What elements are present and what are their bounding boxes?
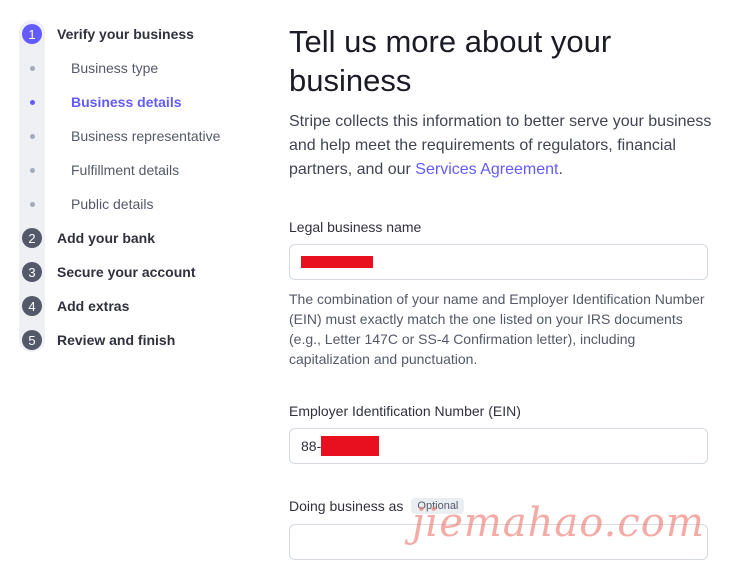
substep-dot-active: [29, 99, 35, 105]
step-number-5: 5: [22, 330, 42, 350]
step-number-3: 3: [22, 262, 42, 282]
redacted-value: [301, 256, 373, 268]
onboarding-stepper: 1 Verify your business Business type Bus…: [0, 0, 260, 568]
substep-business-representative[interactable]: Business representative: [22, 126, 220, 146]
step-number-4: 4: [22, 296, 42, 316]
legal-name-help-text: The combination of your name and Employe…: [289, 291, 705, 367]
legal-business-name-label: Legal business name: [289, 219, 422, 235]
step-number-1: 1: [22, 24, 42, 44]
step-label: Verify your business: [57, 26, 194, 42]
substep-label: Public details: [71, 196, 154, 212]
substep-fulfillment-details[interactable]: Fulfillment details: [22, 160, 179, 180]
substep-business-type[interactable]: Business type: [22, 58, 158, 78]
page-title: Tell us more about your business: [289, 24, 612, 98]
ein-prefix: 88-: [301, 438, 322, 454]
substep-dot: [29, 201, 35, 207]
services-agreement-link[interactable]: Services Agreement: [415, 161, 558, 178]
step-verify-business[interactable]: 1 Verify your business: [22, 23, 194, 45]
intro-end: .: [558, 161, 563, 178]
substep-dot: [29, 133, 35, 139]
step-secure-account[interactable]: 3 Secure your account: [22, 261, 196, 283]
substep-business-details[interactable]: Business details: [22, 92, 182, 112]
ein-label: Employer Identification Number (EIN): [289, 403, 521, 419]
step-label: Add your bank: [57, 230, 156, 246]
substep-label-active: Business details: [71, 94, 182, 110]
watermark: jiemahao.com: [412, 500, 705, 546]
intro-paragraph: Stripe collects this information to bett…: [289, 110, 714, 182]
substep-label: Business representative: [71, 128, 221, 144]
substep-dot: [29, 65, 35, 71]
substep-label: Business type: [71, 60, 159, 76]
step-label: Review and finish: [57, 332, 176, 348]
step-add-bank[interactable]: 2 Add your bank: [22, 227, 155, 249]
dba-label: Doing business as: [289, 498, 404, 514]
ein-input[interactable]: 88-: [289, 428, 708, 464]
step-add-extras[interactable]: 4 Add extras: [22, 295, 129, 317]
substep-public-details[interactable]: Public details: [22, 194, 154, 214]
step-label: Secure your account: [57, 264, 196, 280]
step-label: Add extras: [57, 298, 130, 314]
redacted-value: [321, 436, 380, 456]
legal-business-name-input[interactable]: [289, 244, 708, 280]
substep-label: Fulfillment details: [71, 162, 180, 178]
step-number-2: 2: [22, 228, 42, 248]
substep-dot: [29, 167, 35, 173]
step-review-finish[interactable]: 5 Review and finish: [22, 329, 175, 351]
